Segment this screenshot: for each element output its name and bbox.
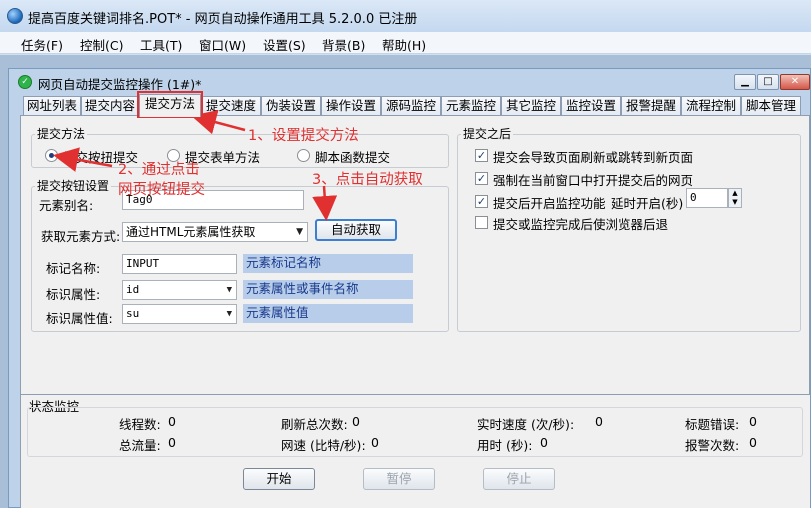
annotation-step1: 1、设置提交方法 [248,128,359,144]
annotation-step3: 3、点击自动获取 [312,172,423,188]
arrow-step2 [53,147,113,172]
arrow-step3 [312,185,338,221]
arrow-step1 [191,110,246,135]
annotation-step2-line1: 2、通过点击 [118,162,200,178]
annotation-arrows [53,110,338,221]
tab-submit-method[interactable]: 提交方法 [139,94,201,117]
annotation-step2-line2: 网页按钮提交 [118,182,205,198]
